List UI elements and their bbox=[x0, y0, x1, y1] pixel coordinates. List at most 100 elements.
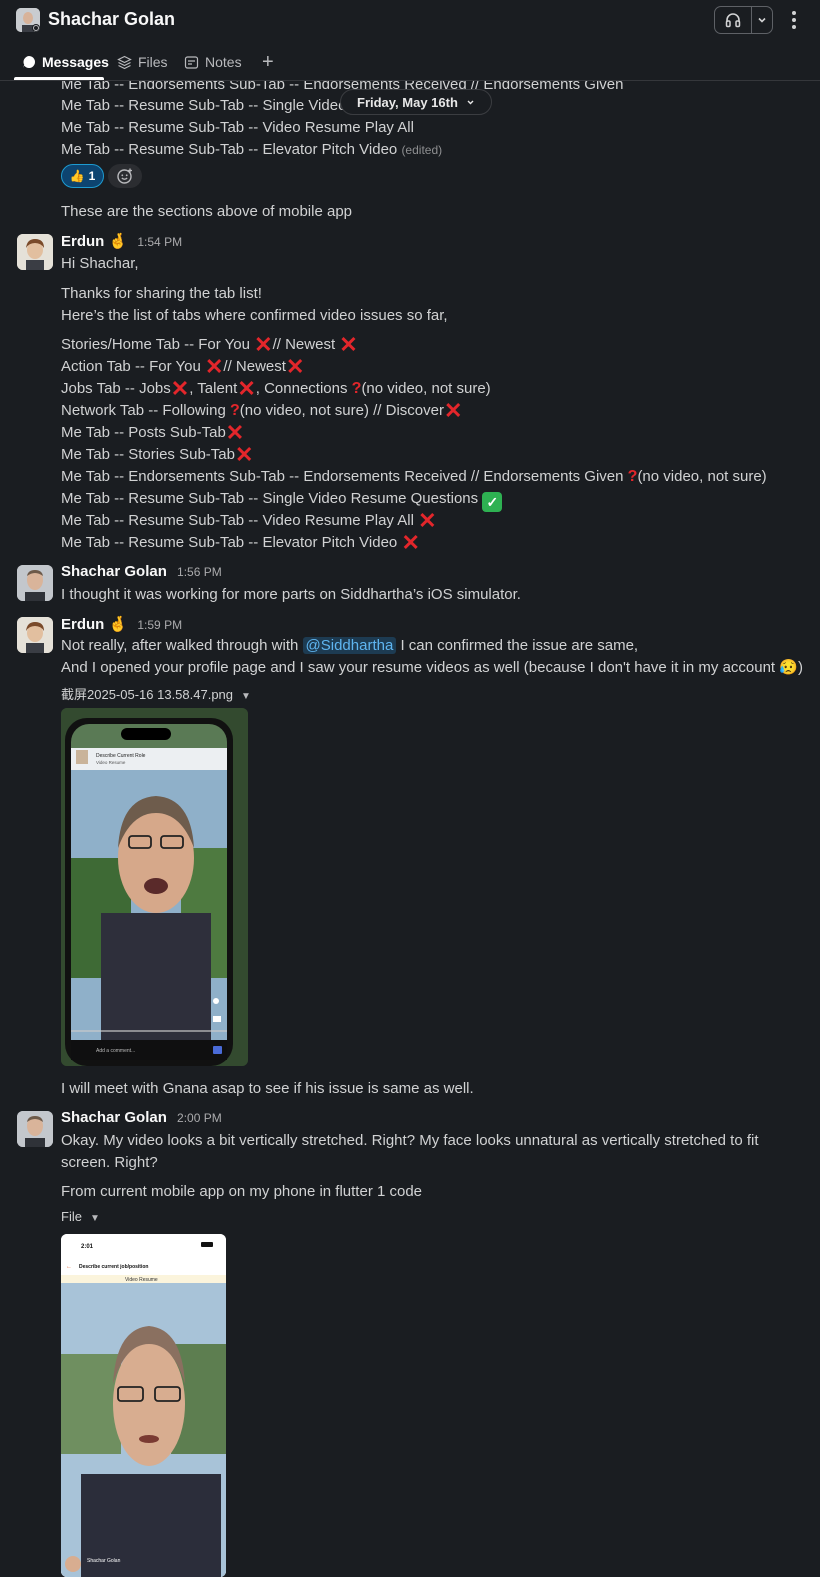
message-feed: Me Tab -- Endorsements Sub-Tab -- Endors… bbox=[0, 81, 820, 1577]
active-tab-indicator bbox=[14, 77, 104, 80]
more-options-icon[interactable] bbox=[784, 8, 804, 32]
message-line: Thanks for sharing the tab list! bbox=[61, 285, 262, 302]
tab-messages[interactable]: Messages bbox=[22, 54, 109, 70]
message-line: Action Tab -- For You ✕// Newest✕ bbox=[61, 354, 304, 379]
screenshot-attachment[interactable]: 2:01 ← Describe current job/position Vid… bbox=[61, 1234, 226, 1577]
avatar[interactable] bbox=[17, 565, 53, 601]
screenshot-title: Describe Current Role bbox=[96, 753, 146, 759]
message-bubble-icon bbox=[23, 56, 35, 68]
fingers-crossed-emoji: 🤞 bbox=[108, 616, 128, 633]
cross-mark-icon: ✕ bbox=[170, 376, 190, 401]
cross-mark-icon: ✕ bbox=[418, 508, 437, 533]
message-sender: Erdun 🤞 1:59 PM bbox=[61, 615, 182, 633]
reaction-count: 1 bbox=[88, 169, 96, 183]
tab-label: Notes bbox=[205, 54, 242, 70]
channel-header: Shachar Golan bbox=[0, 0, 820, 42]
add-reaction-button[interactable] bbox=[108, 164, 142, 188]
message-timestamp[interactable]: 1:59 PM bbox=[137, 618, 182, 632]
message-line: From current mobile app on my phone in f… bbox=[61, 1183, 423, 1200]
message-sender: Erdun 🤞 1:54 PM bbox=[61, 232, 182, 250]
message-line: screen. Right? bbox=[61, 1154, 158, 1171]
question-mark-icon: ? bbox=[351, 380, 362, 397]
message-timestamp[interactable]: 2:00 PM bbox=[177, 1111, 222, 1125]
message-line: Not really, after walked through with @S… bbox=[61, 636, 638, 656]
cross-mark-icon: ✕ bbox=[237, 376, 256, 401]
file-header[interactable]: 截屏2025-05-16 13.58.47.png ▼ bbox=[61, 684, 251, 703]
chevron-down-icon bbox=[467, 100, 474, 104]
message-line: Jobs Tab -- Jobs✕, Talent✕, Connections … bbox=[61, 376, 491, 401]
cross-mark-icon: ✕ bbox=[339, 332, 358, 357]
message-line: These are the sections above of mobile a… bbox=[61, 203, 353, 220]
message-timestamp[interactable]: 1:54 PM bbox=[137, 235, 182, 249]
screenshot-subtitle: Video Resume bbox=[96, 760, 126, 765]
message-line: Me Tab -- Resume Sub-Tab -- Single Video bbox=[61, 97, 347, 114]
file-name[interactable]: 截屏2025-05-16 13.58.47.png bbox=[61, 687, 233, 702]
thumbs-up-icon: 👍 bbox=[69, 169, 85, 183]
message-line: Me Tab -- Resume Sub-Tab -- Video Resume… bbox=[61, 508, 437, 533]
reaction-thumbs-up[interactable]: 👍 1 bbox=[61, 164, 104, 188]
cross-mark-icon: ✕ bbox=[254, 332, 273, 357]
sender-name[interactable]: Erdun bbox=[61, 616, 104, 633]
huddle-button[interactable] bbox=[714, 6, 773, 34]
avatar[interactable] bbox=[17, 617, 53, 653]
headphones-icon[interactable] bbox=[715, 7, 752, 33]
avatar[interactable] bbox=[17, 234, 53, 270]
message-line: Me Tab -- Stories Sub-Tab✕ bbox=[61, 442, 254, 467]
message-line: I will meet with Gnana asap to see if hi… bbox=[61, 1080, 474, 1097]
row-text: Jobs Tab -- Jobs bbox=[61, 380, 171, 397]
row-text: Me Tab -- Endorsements Sub-Tab -- Endors… bbox=[61, 468, 624, 485]
caret-down-icon[interactable]: ▼ bbox=[241, 691, 251, 702]
message-text: I can confirmed the issue are same, bbox=[400, 637, 639, 654]
row-text: // Newest bbox=[272, 336, 336, 353]
row-text: Me Tab -- Resume Sub-Tab -- Elevator Pit… bbox=[61, 534, 398, 551]
row-text: Stories/Home Tab -- For You bbox=[61, 336, 250, 353]
sender-name[interactable]: Erdun bbox=[61, 233, 104, 250]
message-sender: Shachar Golan 2:00 PM bbox=[61, 1109, 222, 1126]
add-tab-icon[interactable]: + bbox=[262, 51, 274, 74]
question-mark-icon: ? bbox=[229, 402, 240, 419]
screenshot-attachment[interactable]: Describe Current Role Video Resume Add a… bbox=[61, 708, 248, 1066]
row-text: (no video, not sure) bbox=[361, 380, 491, 397]
message-text: Not really, after walked through with bbox=[61, 637, 299, 654]
cross-mark-icon: ✕ bbox=[234, 442, 254, 467]
tab-files[interactable]: Files bbox=[117, 54, 168, 70]
message-line: Me Tab -- Resume Sub-Tab -- Elevator Pit… bbox=[61, 530, 420, 555]
message-line: Network Tab -- Following ?(no video, not… bbox=[61, 400, 462, 422]
cross-mark-icon: ✕ bbox=[204, 354, 224, 379]
screenshot-subtitle: Video Resume bbox=[125, 1277, 158, 1283]
avatar[interactable] bbox=[17, 1111, 53, 1147]
note-icon bbox=[184, 55, 199, 69]
caret-down-icon[interactable]: ▼ bbox=[90, 1213, 100, 1224]
question-mark-icon: ? bbox=[627, 468, 638, 485]
file-header[interactable]: File ▼ bbox=[61, 1209, 100, 1224]
check-mark-icon: ✓ bbox=[482, 492, 503, 512]
message-line: Me Tab -- Endorsements Sub-Tab -- Endors… bbox=[61, 467, 767, 487]
channel-tabs: Messages Files Notes + bbox=[0, 46, 820, 81]
tab-label: Messages bbox=[42, 54, 109, 70]
channel-title[interactable]: Shachar Golan bbox=[48, 9, 175, 30]
row-text: (no video, not sure) // Discover bbox=[239, 402, 444, 419]
tab-notes[interactable]: Notes bbox=[184, 54, 242, 70]
message-line: Here’s the list of tabs where confirmed … bbox=[61, 307, 448, 324]
chevron-down-icon[interactable] bbox=[752, 7, 772, 33]
row-text: Me Tab -- Resume Sub-Tab -- Single Video… bbox=[61, 490, 479, 507]
layers-icon bbox=[117, 55, 132, 69]
row-text: Me Tab -- Stories Sub-Tab bbox=[61, 446, 235, 463]
message-line: Me Tab -- Posts Sub-Tab✕ bbox=[61, 422, 244, 444]
row-text: Action Tab -- For You bbox=[61, 358, 201, 375]
avatar[interactable] bbox=[16, 8, 40, 32]
message-timestamp[interactable]: 1:56 PM bbox=[177, 565, 222, 579]
message-line: I thought it was working for more parts … bbox=[61, 586, 521, 603]
sender-name[interactable]: Shachar Golan bbox=[61, 563, 167, 580]
cross-mark-icon: ✕ bbox=[401, 530, 420, 555]
user-mention[interactable]: @Siddhartha bbox=[302, 637, 397, 654]
screenshot-time: 2:01 bbox=[81, 1244, 94, 1250]
date-divider[interactable]: Friday, May 16th bbox=[340, 89, 492, 115]
sad-face-emoji: 😥 bbox=[779, 659, 798, 676]
screenshot-comment: Add a comment... bbox=[96, 1048, 135, 1054]
file-name[interactable]: File bbox=[61, 1209, 82, 1224]
message-text: And I opened your profile page and I saw… bbox=[61, 659, 776, 676]
row-text: (no video, not sure) bbox=[637, 468, 767, 485]
sender-name[interactable]: Shachar Golan bbox=[61, 1109, 167, 1126]
row-text: , Connections bbox=[255, 380, 348, 397]
